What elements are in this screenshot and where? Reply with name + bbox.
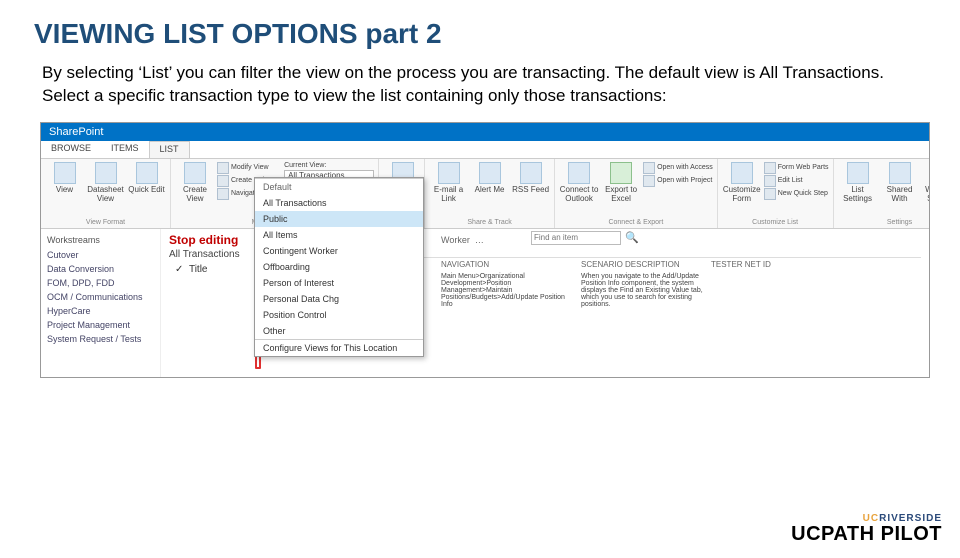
tab-items[interactable]: ITEMS — [101, 141, 149, 158]
find-item-input[interactable] — [531, 231, 621, 245]
sharepoint-brand-bar: SharePoint — [41, 123, 929, 141]
group-connect-export: Connect & Export — [559, 217, 713, 226]
sidebar-item-data-conversion[interactable]: Data Conversion — [47, 264, 154, 274]
view-option-all-items[interactable]: All Items — [255, 227, 423, 243]
group-share-track: Share & Track — [429, 217, 550, 226]
export-excel-button[interactable]: Export to Excel — [601, 162, 641, 203]
group-settings: Settings — [838, 217, 930, 226]
sidebar-item-cutover[interactable]: Cutover — [47, 250, 154, 260]
open-with-access-button[interactable]: Open with Access — [643, 162, 713, 174]
sharepoint-screenshot: SharePoint BROWSE ITEMS LIST View Datash… — [40, 122, 930, 378]
view-option-public[interactable]: Public — [255, 211, 423, 227]
current-view-menu[interactable]: Default All Transactions Public All Item… — [254, 177, 424, 357]
tab-list[interactable]: LIST — [149, 141, 190, 158]
view-option-other[interactable]: Other — [255, 323, 423, 339]
col-tester-netid: TESTER NET ID — [711, 260, 791, 269]
sidebar-header: Workstreams — [47, 235, 154, 245]
sidebar-item-fom-dpd-fdd[interactable]: FOM, DPD, FDD — [47, 278, 154, 288]
sidebar-item-hypercare[interactable]: HyperCare — [47, 306, 154, 316]
sidebar-item-system-request[interactable]: System Request / Tests — [47, 334, 154, 344]
group-customize-list: Customize List — [722, 217, 829, 226]
edit-list-button[interactable]: Edit List — [764, 175, 829, 187]
new-quick-step-button[interactable]: New Quick Step — [764, 188, 829, 200]
worker-column: Worker … — [441, 235, 484, 245]
email-link-button[interactable]: E-mail a Link — [429, 162, 468, 203]
customize-form-button[interactable]: Customize Form — [722, 162, 762, 203]
view-option-person-of-interest[interactable]: Person of Interest — [255, 275, 423, 291]
cell-navigation: Main Menu>Organizational Development>Pos… — [441, 273, 581, 308]
group-view-format: View Format — [45, 217, 166, 226]
left-sidebar: Workstreams Cutover Data Conversion FOM,… — [41, 229, 161, 378]
open-with-project-button[interactable]: Open with Project — [643, 175, 713, 187]
configure-views-link[interactable]: Configure Views for This Location — [255, 339, 423, 356]
ribbon-tabs: BROWSE ITEMS LIST — [41, 141, 929, 159]
connect-outlook-button[interactable]: Connect to Outlook — [559, 162, 599, 203]
slide-description: By selecting ‘List’ you can filter the v… — [42, 62, 904, 108]
modify-view-button[interactable]: Modify View — [217, 162, 278, 174]
dropdown-section-default: Default — [255, 178, 423, 195]
col-scenario-description: SCENARIO DESCRIPTION — [581, 260, 711, 269]
title-column: Title — [189, 264, 208, 275]
view-option-personal-data-chg[interactable]: Personal Data Chg — [255, 291, 423, 307]
tab-browse[interactable]: BROWSE — [41, 141, 101, 158]
search-icon[interactable]: 🔍 — [625, 231, 639, 244]
cell-description: When you navigate to the Add/Update Posi… — [581, 273, 711, 308]
quick-edit-button[interactable]: Quick Edit — [127, 162, 166, 203]
list-settings-button[interactable]: List Settings — [838, 162, 878, 203]
current-view-label: Current View: — [284, 162, 374, 169]
create-view-button[interactable]: Create View — [175, 162, 215, 203]
view-button[interactable]: View — [45, 162, 84, 203]
sidebar-item-project-management[interactable]: Project Management — [47, 320, 154, 330]
alert-me-button[interactable]: Alert Me — [470, 162, 509, 203]
view-option-offboarding[interactable]: Offboarding — [255, 259, 423, 275]
slide-title: VIEWING LIST OPTIONS part 2 — [34, 18, 960, 50]
view-option-position-control[interactable]: Position Control — [255, 307, 423, 323]
view-option-all-transactions[interactable]: All Transactions — [255, 195, 423, 211]
form-web-parts-button[interactable]: Form Web Parts — [764, 162, 829, 174]
sidebar-item-ocm-communications[interactable]: OCM / Communications — [47, 292, 154, 302]
view-option-contingent-worker[interactable]: Contingent Worker — [255, 243, 423, 259]
workflow-settings-button[interactable]: Workflow Settings — [922, 162, 930, 203]
datasheet-view-button[interactable]: Datasheet View — [86, 162, 125, 203]
ribbon: View Datasheet View Quick Edit View Form… — [41, 159, 929, 229]
shared-with-button[interactable]: Shared With — [880, 162, 920, 203]
col-navigation: NAVIGATION — [441, 260, 581, 269]
cell-tester — [711, 273, 791, 308]
rss-feed-button[interactable]: RSS Feed — [511, 162, 550, 203]
